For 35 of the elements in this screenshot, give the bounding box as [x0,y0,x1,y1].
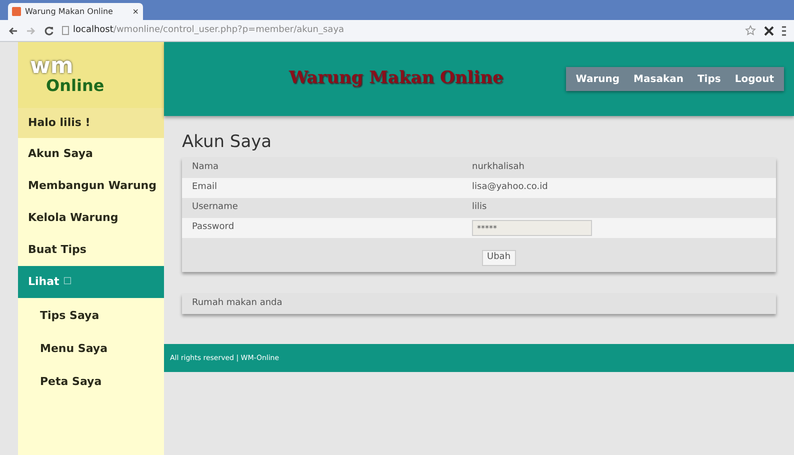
sidebar-item[interactable]: Lihat □ [18,266,164,298]
submit-button[interactable]: Ubah [482,250,516,266]
page-title: Akun Saya [182,131,273,154]
reload-icon[interactable] [44,26,54,36]
sidebar-item[interactable]: Akun Saya [18,138,164,170]
sidebar-item[interactable]: Tips Saya [18,300,164,333]
field-value: nurkhalisah [472,161,524,174]
sidebar-item[interactable]: Menu Saya [18,333,164,366]
field-label: Email [191,181,218,194]
greeting: Halo lilis ! [18,108,164,138]
menu-icon[interactable] [782,26,786,36]
field-value: lisa@yahoo.co.id [472,181,548,194]
field-label: Nama [191,161,220,174]
back-icon[interactable] [8,26,18,36]
nav-link[interactable]: Logout [734,72,774,86]
field-label: Username [191,201,239,214]
field-label: Password [191,221,236,234]
banner-title: Warung Makan Online [289,67,504,90]
tab-title: Warung Makan Online [25,6,114,18]
field-value: lilis [472,201,487,214]
sidebar-item[interactable]: Peta Saya [18,366,164,399]
star-icon[interactable] [745,25,756,36]
nav-link[interactable]: Masakan [634,72,684,86]
sidebar-item[interactable]: Kelola Warung [18,202,164,234]
password-field[interactable]: ***** [472,220,592,236]
nav-link[interactable]: Warung [576,72,620,86]
site-logo[interactable]: wm Online [30,56,104,94]
nav-link[interactable]: Tips [697,72,721,86]
url-field[interactable]: localhost/wmonline/control_user.php?p=member/akun_saya [62,24,737,38]
restaurant-panel: Rumah makan anda [182,294,776,314]
close-icon[interactable]: × [132,6,139,18]
favicon-icon [12,7,21,16]
browser-tab[interactable]: Warung Makan Online × [8,3,143,20]
sidebar-item[interactable]: Buat Tips [18,234,164,266]
sidebar-item[interactable]: Membangun Warung [18,170,164,202]
